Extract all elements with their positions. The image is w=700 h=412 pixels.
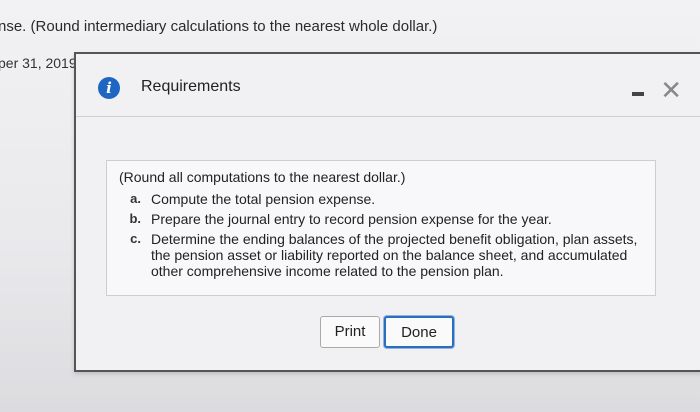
requirement-text: Determine the ending balances of the pro… [151, 231, 638, 279]
info-icon: i [98, 77, 120, 99]
close-icon[interactable]: ✕ [660, 78, 682, 104]
background-date-text: per 31, 2019 [0, 55, 77, 71]
requirement-item: c. Determine the ending balances of the … [113, 231, 655, 279]
requirements-dialog: i Requirements ✕ (Round all computations… [74, 52, 700, 372]
done-button[interactable]: Done [384, 316, 454, 348]
background-instruction-text: nse. (Round intermediary calculations to… [0, 18, 438, 35]
requirement-letter: b. [129, 211, 141, 226]
dialog-title: Requirements [141, 78, 241, 95]
requirements-intro: (Round all computations to the nearest d… [119, 169, 406, 185]
requirement-text: Compute the total pension expense. [151, 191, 376, 207]
dialog-header: i Requirements ✕ [76, 54, 700, 117]
minimize-icon[interactable] [632, 92, 644, 96]
requirement-letter: c. [130, 231, 141, 246]
print-button[interactable]: Print [320, 316, 380, 348]
requirement-item: a. Compute the total pension expense. [113, 191, 655, 207]
requirement-text: Prepare the journal entry to record pens… [151, 211, 552, 227]
requirement-item: b. Prepare the journal entry to record p… [113, 211, 655, 227]
requirements-box: (Round all computations to the nearest d… [106, 160, 656, 296]
requirement-letter: a. [130, 191, 141, 206]
